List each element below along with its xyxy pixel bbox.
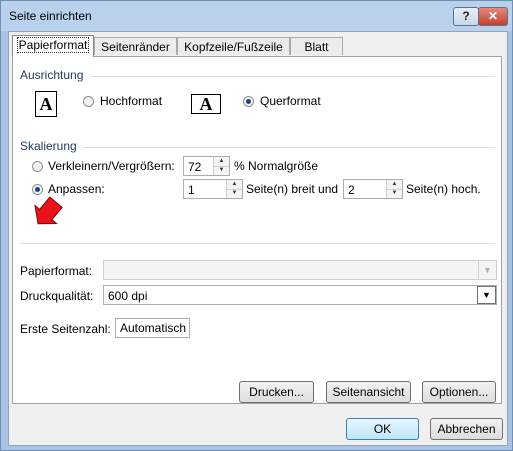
portrait-radio[interactable]: [83, 96, 94, 107]
print-quality-value: 600 dpi: [108, 289, 148, 303]
fit-label[interactable]: Anpassen:: [48, 182, 105, 196]
red-arrow-annotation-icon: [34, 196, 63, 225]
tab-kopfzeile-fusszeile[interactable]: Kopfzeile/Fußzeile: [177, 37, 290, 55]
orientation-separator: [91, 76, 495, 77]
fit-wide-suffix: Seite(n) breit und: [246, 182, 339, 196]
dialog-body: Papierformat Seitenränder Kopfzeile/Fußz…: [8, 31, 508, 446]
scaling-separator: [83, 147, 495, 148]
section-separator: [20, 243, 495, 244]
print-quality-label: Druckqualität:: [20, 289, 94, 303]
fit-radio[interactable]: [32, 184, 43, 195]
first-page-label: Erste Seitenzahl:: [20, 322, 111, 336]
adjust-label[interactable]: Verkleinern/Vergrößern:: [48, 159, 175, 173]
adjust-percent-value[interactable]: 72: [188, 160, 201, 174]
scaling-group-label: Skalierung: [20, 139, 77, 153]
tab-panel-papierformat: Ausrichtung A Hochformat A Querformat Sk…: [12, 56, 502, 404]
landscape-page-icon: A: [191, 94, 221, 114]
title-bar[interactable]: Seite einrichten ? ✕: [1, 1, 512, 31]
options-button[interactable]: Optionen...: [422, 381, 496, 403]
help-button[interactable]: ?: [453, 7, 479, 26]
fit-tall-suffix: Seite(n) hoch.: [406, 182, 481, 196]
portrait-label[interactable]: Hochformat: [100, 94, 162, 108]
cancel-button[interactable]: Abbrechen: [430, 418, 503, 440]
fit-wide-value[interactable]: 1: [188, 183, 195, 197]
close-button[interactable]: ✕: [478, 7, 508, 26]
adjust-suffix: % Normalgröße: [234, 159, 319, 173]
spin-down-icon[interactable]: ▼: [227, 189, 242, 198]
first-page-input[interactable]: Automatisch: [115, 318, 190, 338]
chevron-down-icon[interactable]: ▼: [477, 286, 496, 304]
page-setup-dialog: Seite einrichten ? ✕ Papierformat Seiten…: [0, 0, 513, 451]
tab-seitenraender[interactable]: Seitenränder: [94, 37, 177, 55]
spin-down-icon[interactable]: ▼: [214, 166, 229, 175]
print-preview-button[interactable]: Seitenansicht: [326, 381, 411, 403]
fit-tall-value[interactable]: 2: [348, 183, 355, 197]
portrait-page-icon: A: [35, 91, 57, 117]
paper-size-select[interactable]: ▼: [103, 260, 497, 280]
adjust-radio[interactable]: [32, 161, 43, 172]
fit-tall-spinner[interactable]: 2 ▲ ▼: [343, 179, 403, 199]
print-button[interactable]: Drucken...: [239, 381, 314, 403]
landscape-radio[interactable]: [243, 96, 254, 107]
orientation-group-label: Ausrichtung: [20, 68, 84, 82]
tab-papierformat[interactable]: Papierformat: [12, 35, 94, 57]
paper-size-label: Papierformat:: [20, 264, 93, 278]
tab-blatt[interactable]: Blatt: [290, 37, 343, 55]
window-title: Seite einrichten: [9, 9, 92, 23]
adjust-percent-spinner[interactable]: 72 ▲ ▼: [183, 156, 230, 176]
fit-wide-spinner[interactable]: 1 ▲ ▼: [183, 179, 243, 199]
chevron-down-icon[interactable]: ▼: [478, 261, 496, 279]
spin-down-icon[interactable]: ▼: [387, 189, 402, 198]
landscape-label[interactable]: Querformat: [260, 94, 321, 108]
tab-papierformat-label: Papierformat: [16, 37, 90, 53]
print-quality-select[interactable]: 600 dpi ▼: [103, 285, 497, 305]
ok-button[interactable]: OK: [346, 418, 419, 440]
